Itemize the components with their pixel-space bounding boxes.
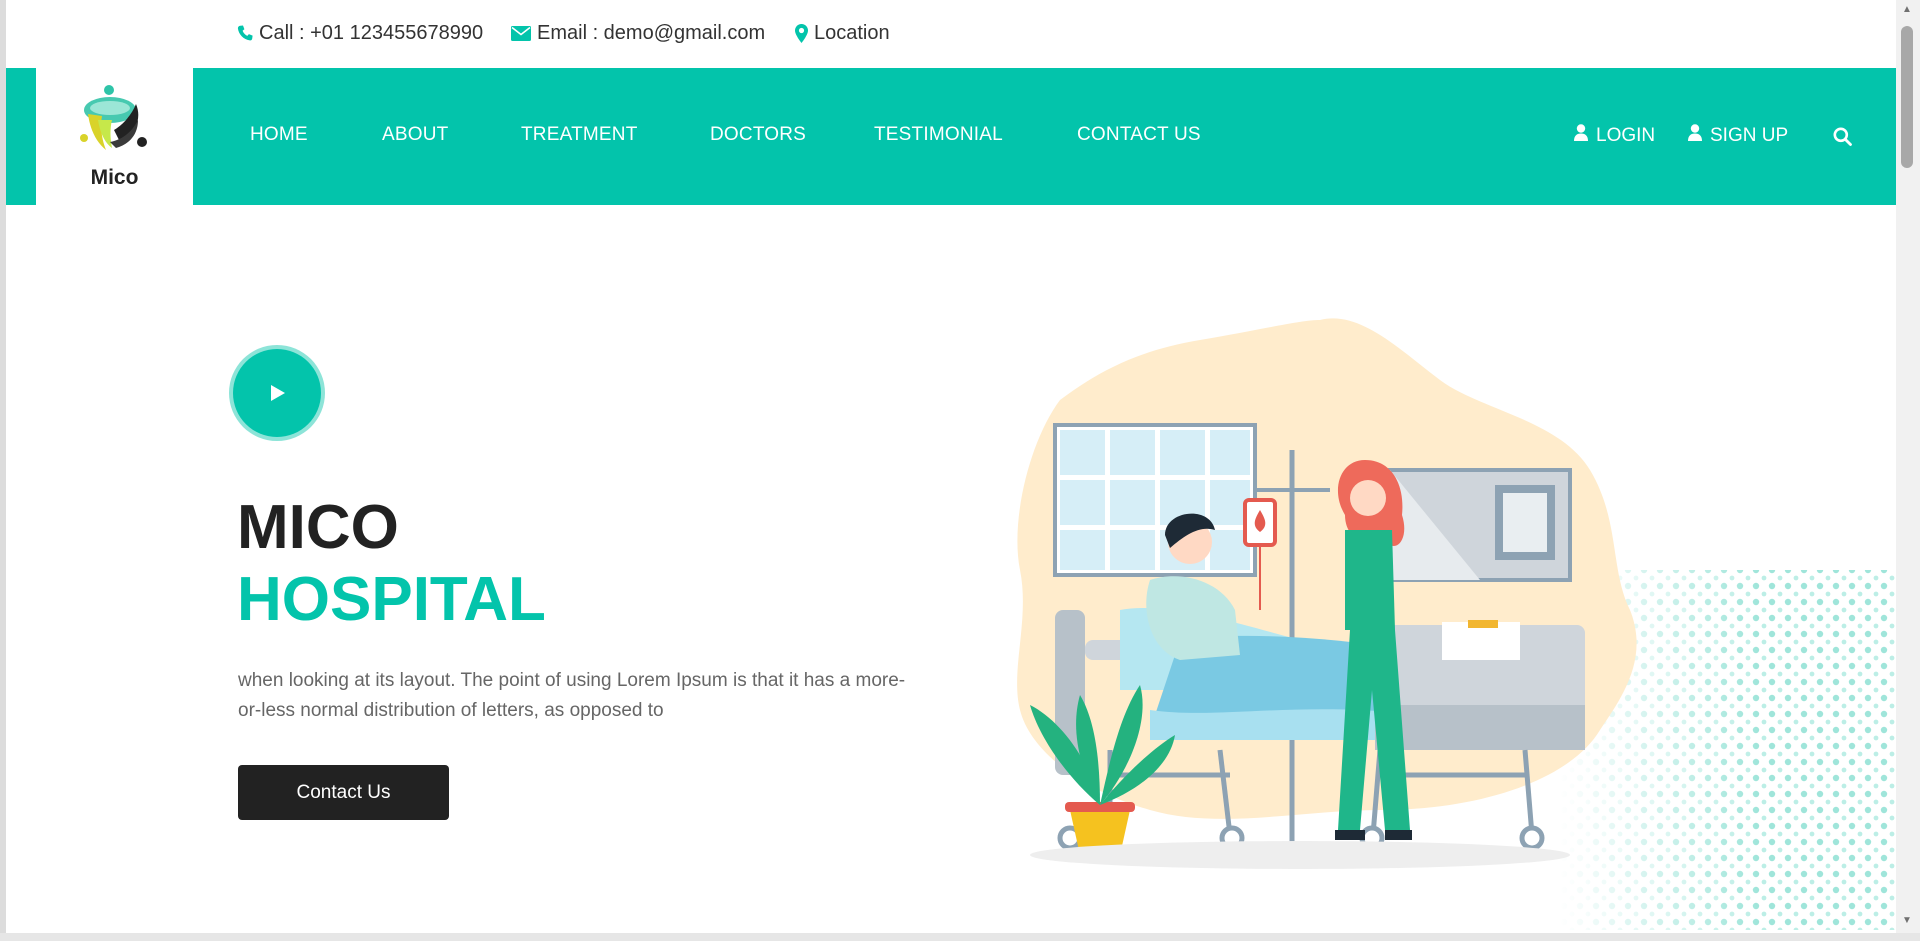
signup-link[interactable]: SIGN UP	[1688, 124, 1788, 147]
login-label: LOGIN	[1596, 124, 1656, 146]
call-text: Call : +01 123455678990	[259, 22, 484, 44]
hero-title-line2: HOSPITAL	[237, 565, 546, 634]
nav-home[interactable]: HOME	[250, 124, 308, 146]
hero-title-line1: MICO	[237, 493, 399, 562]
play-icon	[271, 385, 285, 401]
login-link[interactable]: LOGIN	[1574, 124, 1655, 147]
browser-viewport: Call : +01 123455678990 Email : demo@gma…	[0, 0, 1920, 941]
search-icon[interactable]	[1833, 127, 1852, 151]
logo[interactable]: Mico	[36, 68, 193, 205]
nav-testimonial[interactable]: TESTIMONIAL	[874, 124, 1003, 146]
signup-label: SIGN UP	[1710, 124, 1789, 146]
user-icon	[1688, 124, 1702, 147]
map-marker-icon	[795, 24, 808, 43]
email-info[interactable]: Email : demo@gmail.com	[511, 22, 765, 45]
contact-us-button[interactable]: Contact Us	[238, 765, 449, 820]
nav-treatment[interactable]: TREATMENT	[521, 124, 638, 146]
play-video-button[interactable]	[233, 349, 321, 437]
hero-description: when looking at its layout. The point of…	[238, 670, 906, 721]
logo-mark-icon	[80, 85, 147, 150]
email-text: Email : demo@gmail.com	[537, 22, 766, 44]
nav-about[interactable]: ABOUT	[382, 124, 448, 146]
nav-contact-us[interactable]: CONTACT US	[1077, 124, 1201, 146]
nav-doctors[interactable]: DOCTORS	[710, 124, 806, 146]
scroll-up-arrow-icon[interactable]: ▲	[1900, 4, 1914, 16]
phone-icon	[237, 25, 253, 42]
location-info[interactable]: Location	[795, 22, 890, 45]
brand-name: Mico	[90, 166, 139, 189]
window-bottom-edge	[0, 933, 1920, 941]
call-info[interactable]: Call : +01 123455678990	[237, 22, 483, 45]
user-icon	[1574, 124, 1588, 147]
scrollbar-thumb[interactable]	[1901, 26, 1913, 168]
scroll-down-arrow-icon[interactable]: ▼	[1900, 915, 1914, 927]
envelope-icon	[511, 26, 531, 41]
hospital-illustration	[1017, 318, 1900, 930]
location-text: Location	[814, 22, 890, 44]
